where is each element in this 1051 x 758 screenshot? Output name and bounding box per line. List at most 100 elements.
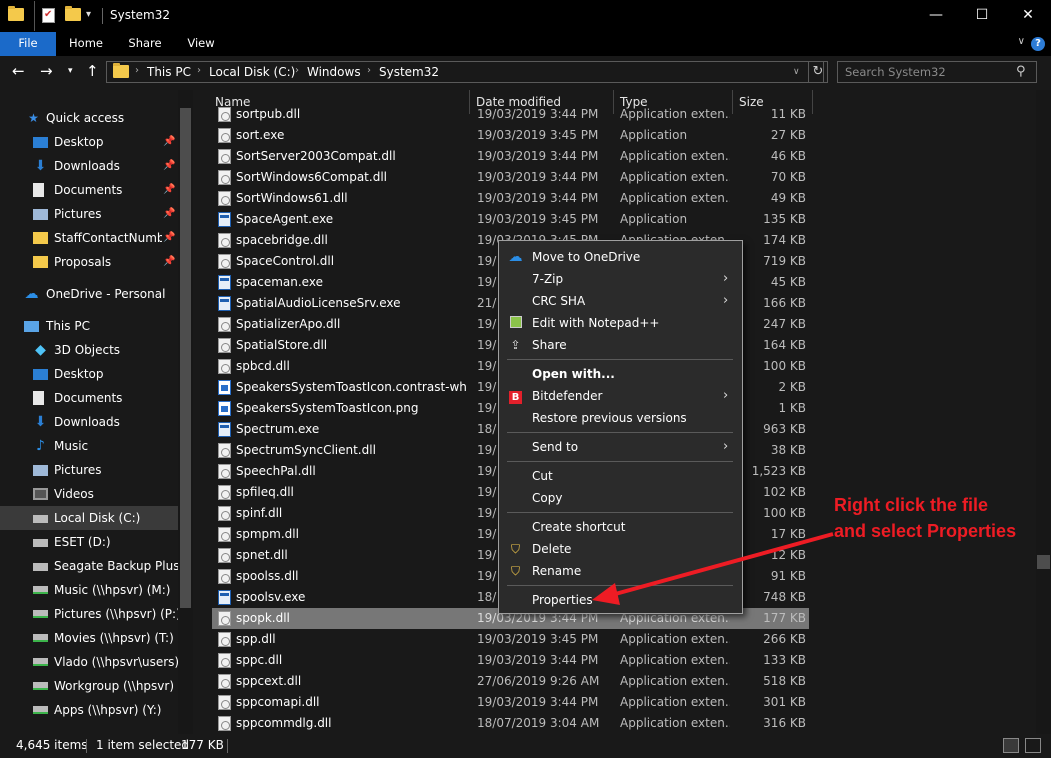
search-input[interactable] <box>837 61 1037 83</box>
table-row[interactable]: sppcext.dll 27/06/2019 9:26 AM Application… <box>212 671 809 692</box>
customize-toolbar-icon[interactable]: ▾ <box>86 9 102 25</box>
sidebar-item-pictures[interactable]: Pictures <box>0 458 178 482</box>
pin-icon[interactable]: 📌 <box>163 226 175 250</box>
sidebar-item-movies-share[interactable]: Movies (\\hpsvr) (T:) <box>0 626 178 650</box>
sidebar-item-documents[interactable]: Documents 📌 <box>0 178 178 202</box>
tab-home[interactable]: Home <box>62 32 110 56</box>
breadcrumb-local-disk[interactable]: Local Disk (C:) <box>209 65 295 79</box>
properties-icon[interactable] <box>42 8 58 24</box>
address-bar[interactable]: › This PC › Local Disk (C:) › Windows › … <box>106 61 824 83</box>
file-name: SpectrumSyncClient.dll <box>236 443 376 457</box>
sidebar-item-this-pc[interactable]: This PC <box>0 314 178 338</box>
pin-icon[interactable]: 📌 <box>163 130 175 154</box>
chevron-right-icon[interactable]: › <box>197 65 201 76</box>
menu-item-move-to-onedrive[interactable]: ☁ Move to OneDrive <box>499 246 742 268</box>
maximize-button[interactable]: ☐ <box>959 0 1005 32</box>
breadcrumb-this-pc[interactable]: This PC <box>147 65 191 79</box>
sidebar-item-music[interactable]: ♪ Music <box>0 434 178 458</box>
menu-item-edit-with-notepad[interactable]: Edit with Notepad++ <box>499 312 742 334</box>
table-row[interactable]: sppc.dll 19/03/2019 3:44 PM Application ex… <box>212 650 809 671</box>
tab-share[interactable]: Share <box>120 32 170 56</box>
address-dropdown-icon[interactable]: ∨ <box>793 67 800 77</box>
table-row[interactable]: SortServer2003Compat.dll 19/03/2019 3:44 … <box>212 146 809 167</box>
sidebar-item-videos[interactable]: Videos <box>0 482 178 506</box>
minimize-button[interactable]: — <box>913 0 959 32</box>
chevron-right-icon[interactable]: › <box>135 65 139 76</box>
desktop-icon <box>33 369 48 380</box>
tab-view[interactable]: View <box>178 32 224 56</box>
sidebar-item-downloads[interactable]: ⬇ Downloads 📌 <box>0 154 178 178</box>
menu-item-copy[interactable]: Copy <box>499 487 742 509</box>
menu-item-properties[interactable]: Properties <box>499 589 742 611</box>
pin-icon[interactable]: 📌 <box>163 154 175 178</box>
menu-item-open-with[interactable]: Open with... <box>499 363 742 385</box>
menu-item-create-shortcut[interactable]: Create shortcut <box>499 516 742 538</box>
table-row[interactable]: sppcommdlg.dll 18/07/2019 3:04 AM Applicat… <box>212 713 809 734</box>
pin-icon[interactable]: 📌 <box>163 178 175 202</box>
sidebar-item-desktop[interactable]: Desktop 📌 <box>0 130 178 154</box>
menu-item-crc-sha[interactable]: CRC SHA › <box>499 290 742 312</box>
sidebar-item-quick-access[interactable]: ★ Quick access <box>0 106 178 130</box>
sidebar-item-label: Pictures (\\hpsvr) (P:) <box>54 607 178 621</box>
menu-item-cut[interactable]: Cut <box>499 465 742 487</box>
table-row[interactable]: SortWindows6Compat.dll 19/03/2019 3:44 PM… <box>212 167 809 188</box>
sidebar-scrollbar-thumb[interactable] <box>180 108 191 608</box>
dll-file-icon <box>218 653 231 668</box>
back-arrow-icon[interactable]: ← <box>12 62 25 80</box>
chevron-right-icon[interactable]: › <box>367 65 371 76</box>
forward-arrow-icon[interactable]: → <box>40 62 53 80</box>
pin-icon[interactable]: 📌 <box>163 250 175 274</box>
help-icon[interactable]: ? <box>1031 37 1045 51</box>
sidebar-item-onedrive[interactable]: ☁ OneDrive - Personal <box>0 282 178 306</box>
sidebar-item-vlado-share[interactable]: Vlado (\\hpsvr\users) (U <box>0 650 178 674</box>
table-row[interactable]: SpaceAgent.exe 19/03/2019 3:45 PM Applicat… <box>212 209 809 230</box>
sidebar-item-documents[interactable]: Documents <box>0 386 178 410</box>
close-button[interactable]: ✕ <box>1005 0 1051 32</box>
menu-item-7-zip[interactable]: 7-Zip › <box>499 268 742 290</box>
menu-item-restore-previous-versions[interactable]: Restore previous versions <box>499 407 742 429</box>
breadcrumb-windows[interactable]: Windows <box>307 65 361 79</box>
tab-file[interactable]: File <box>0 32 56 56</box>
menu-item-delete[interactable]: ⛉ Delete <box>499 538 742 560</box>
file-size: 17 KB <box>770 527 806 541</box>
sidebar-item-downloads[interactable]: ⬇ Downloads <box>0 410 178 434</box>
table-row[interactable]: spp.dll 19/03/2019 3:45 PM Application ext… <box>212 629 809 650</box>
sidebar-item-desktop[interactable]: Desktop <box>0 362 178 386</box>
recent-locations-icon[interactable]: ▾ <box>68 66 73 76</box>
sidebar-item-3d-objects[interactable]: ◆ 3D Objects <box>0 338 178 362</box>
table-row[interactable]: SortWindows61.dll 19/03/2019 3:44 PM Appli… <box>212 188 809 209</box>
computer-icon <box>24 321 39 332</box>
breadcrumb-system32[interactable]: System32 <box>379 65 439 79</box>
file-name: sppcext.dll <box>236 674 302 688</box>
file-list-scrollbar[interactable] <box>1036 90 1051 734</box>
table-row[interactable]: sort.exe 19/03/2019 3:45 PM Application 27 … <box>212 125 809 146</box>
large-icons-view-icon[interactable] <box>1025 738 1041 753</box>
status-separator <box>227 739 228 753</box>
table-row[interactable]: sppcomapi.dll 19/03/2019 3:44 PM Applicati… <box>212 692 809 713</box>
sidebar-item-workgroup-share[interactable]: Workgroup (\\hpsvr) (W <box>0 674 178 698</box>
details-view-icon[interactable] <box>1003 738 1019 753</box>
menu-item-share[interactable]: ⇪ Share <box>499 334 742 356</box>
pin-icon[interactable]: 📌 <box>163 202 175 226</box>
new-folder-icon[interactable] <box>65 6 81 24</box>
sidebar-item-proposals[interactable]: Proposals 📌 <box>0 250 178 274</box>
sidebar-item-staffcontact[interactable]: StaffContactNumbe 📌 <box>0 226 178 250</box>
sidebar-item-eset[interactable]: ESET (D:) <box>0 530 178 554</box>
sidebar-item-local-disk[interactable]: Local Disk (C:) <box>0 506 178 530</box>
file-name: spnet.dll <box>236 548 288 562</box>
refresh-button[interactable]: ↻ <box>808 61 828 83</box>
sidebar-item-seagate[interactable]: Seagate Backup Plus Dr <box>0 554 178 578</box>
sidebar-item-music-share[interactable]: Music (\\hpsvr) (M:) <box>0 578 178 602</box>
sidebar-item-pictures[interactable]: Pictures 📌 <box>0 202 178 226</box>
up-arrow-icon[interactable]: ↑ <box>86 62 99 80</box>
sidebar-item-apps-share[interactable]: Apps (\\hpsvr) (Y:) <box>0 698 178 722</box>
chevron-right-icon[interactable]: › <box>295 65 299 76</box>
table-row[interactable]: sortpub.dll 19/03/2019 3:44 PM Application… <box>212 104 809 125</box>
menu-item-label: Cut <box>532 469 553 483</box>
expand-ribbon-icon[interactable]: ∨ <box>1018 36 1025 47</box>
file-list-scrollbar-thumb[interactable] <box>1037 555 1050 569</box>
menu-item-send-to[interactable]: Send to › <box>499 436 742 458</box>
menu-item-rename[interactable]: ⛉ Rename <box>499 560 742 582</box>
menu-item-bitdefender[interactable]: B Bitdefender › <box>499 385 742 407</box>
sidebar-item-pictures-share[interactable]: Pictures (\\hpsvr) (P:) <box>0 602 178 626</box>
